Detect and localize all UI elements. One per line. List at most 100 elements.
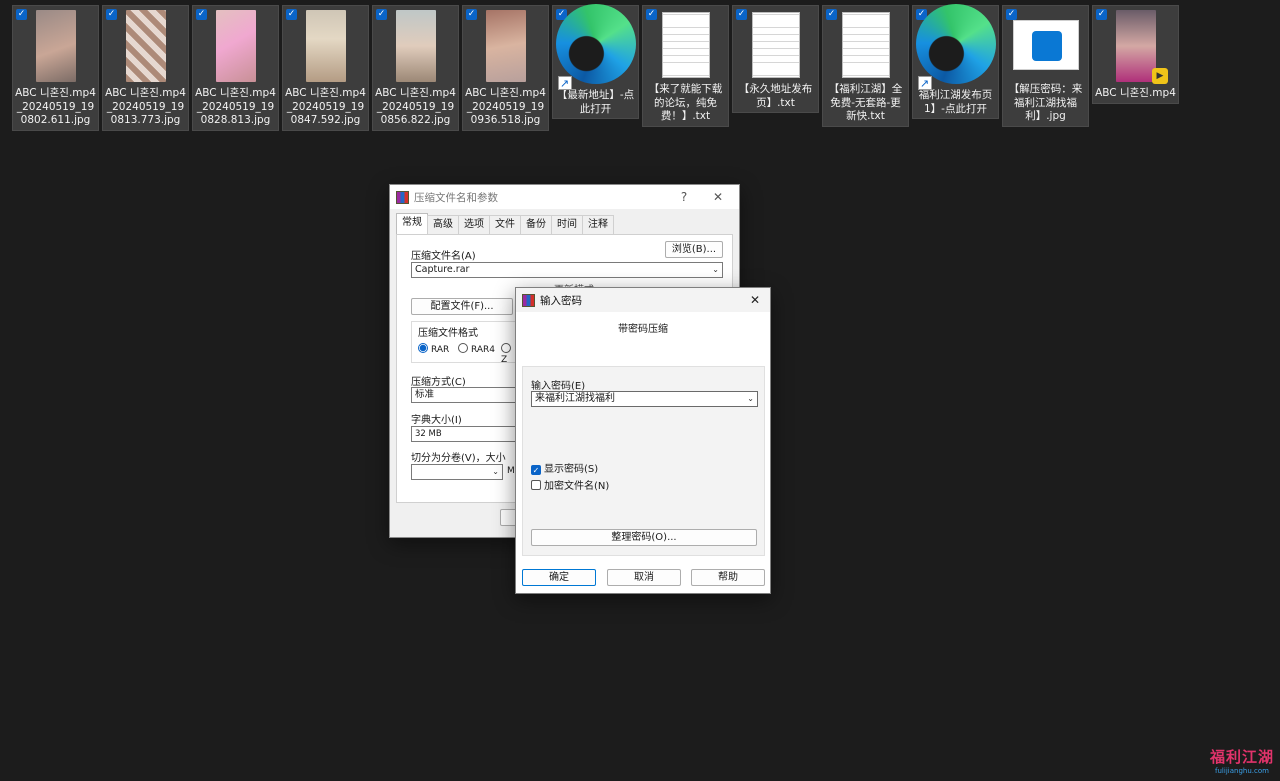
tab-backup[interactable]: 备份 [520, 215, 552, 234]
close-icon[interactable]: ✕ [746, 292, 764, 308]
archive-name-label: 压缩文件名(A) [411, 251, 476, 262]
selection-checkbox[interactable]: ✓ [826, 9, 837, 20]
selection-checkbox[interactable]: ✓ [646, 9, 657, 20]
file-tile[interactable]: ✓ ABC 니혼진.mp4_20240519_190802.611.jpg [12, 5, 99, 131]
file-tile[interactable]: ✓ ↗ 【最新地址】-点此打开 [552, 4, 639, 119]
selection-checkbox[interactable]: ✓ [106, 9, 117, 20]
text-file-icon [661, 12, 710, 78]
file-tile[interactable]: ✓ ▶ ABC 니혼진.mp4 [1092, 5, 1179, 104]
encrypt-file-names-checkbox[interactable]: 加密文件名(N) [531, 477, 609, 492]
file-tile[interactable]: ✓ 【来了就能下载的论坛，纯免费！】.txt [642, 5, 729, 127]
selection-checkbox[interactable]: ✓ [466, 9, 477, 20]
image-thumbnail [305, 10, 346, 82]
profiles-button[interactable]: 配置文件(F)... [411, 298, 513, 315]
password-input[interactable]: 来福利江湖找福利 ⌄ [531, 391, 758, 407]
radio-rar[interactable]: RAR [418, 343, 449, 355]
tab-advanced[interactable]: 高级 [427, 215, 459, 234]
file-name: ABC 니혼진.mp4_20240519_190828.813.jpg [195, 87, 276, 126]
file-name: ABC 니혼진.mp4_20240519_190813.773.jpg [105, 87, 186, 126]
radio-icon [458, 343, 468, 353]
selection-checkbox[interactable]: ✓ [196, 9, 207, 20]
ok-button[interactable]: 确定 [522, 569, 596, 586]
selection-checkbox[interactable]: ✓ [286, 9, 297, 20]
file-tile[interactable]: ✓ 【永久地址发布页】.txt [732, 5, 819, 113]
checkbox-icon [531, 480, 541, 490]
selection-checkbox[interactable]: ✓ [16, 9, 27, 20]
archive-name-combo[interactable]: Capture.rar ⌄ [411, 262, 723, 278]
file-tile[interactable]: ✓ ABC 니혼진.mp4_20240519_190856.822.jpg [372, 5, 459, 131]
organize-passwords-button[interactable]: 整理密码(O)... [531, 529, 757, 546]
file-tile[interactable]: ✓ ABC 니혼진.mp4_20240519_190813.773.jpg [102, 5, 189, 131]
password-value: 来福利江湖找福利 [535, 393, 615, 404]
radio-selected-icon [418, 343, 428, 353]
radio-rar4[interactable]: RAR4 [458, 343, 495, 355]
chevron-down-icon[interactable]: ⌄ [492, 465, 499, 479]
video-player-badge-icon: ▶ [1152, 68, 1168, 84]
file-name: 【解压密码：来福利江湖找福利】.jpg [1008, 83, 1083, 122]
close-icon[interactable]: ✕ [709, 189, 727, 205]
password-group: 输入密码(E) 来福利江湖找福利 ⌄ ✓ 显示密码(S) 加密文件名(N) 整理密… [522, 366, 765, 556]
radio-rar4-label: RAR4 [471, 345, 496, 355]
file-tile[interactable]: ✓ ↗ 福利江湖发布页1】-点此打开 [912, 4, 999, 119]
split-volumes-combo[interactable]: ⌄ [411, 464, 503, 480]
file-tile[interactable]: ✓ ABC 니혼진.mp4_20240519_190936.518.jpg [462, 5, 549, 131]
file-tile[interactable]: ✓ 【福利江湖】全免费-无套路-更新快.txt [822, 5, 909, 127]
radio-zip-label: Z [501, 355, 508, 365]
file-tile[interactable]: ✓ ABC 니혼진.mp4_20240519_190847.592.jpg [282, 5, 369, 131]
archive-format-group: 压缩文件格式 RAR RAR4 Z [411, 321, 521, 365]
dictionary-select[interactable]: 32 MB [411, 426, 519, 442]
file-name: ABC 니혼진.mp4_20240519_190802.611.jpg [15, 87, 96, 126]
radio-rar-label: RAR [431, 345, 450, 355]
edge-shortcut-icon: ↗ [915, 4, 996, 90]
dialog-heading: 带密码压缩 [618, 324, 668, 335]
selection-checkbox[interactable]: ✓ [1096, 9, 1107, 20]
file-tile[interactable]: ✓ 【解压密码：来福利江湖找福利】.jpg [1002, 5, 1089, 127]
checkbox-checked-icon: ✓ [531, 465, 541, 475]
method-label: 压缩方式(C) [411, 377, 466, 388]
tab-general[interactable]: 常规 [396, 213, 428, 234]
shortcut-arrow-icon: ↗ [557, 76, 572, 90]
text-file-icon [751, 12, 800, 78]
tab-bar: 常规 高级 选项 文件 备份 时间 注释 [396, 213, 614, 234]
tab-time[interactable]: 时间 [551, 215, 583, 234]
site-watermark: 福利江湖 fulijianghu.com [1210, 746, 1274, 775]
file-name: ABC 니혼진.mp4_20240519_190936.518.jpg [465, 87, 546, 126]
text-file-icon [841, 12, 890, 78]
dialog-title: 压缩文件名和参数 [414, 191, 498, 204]
tab-comment[interactable]: 注释 [582, 215, 614, 234]
watermark-url: fulijianghu.com [1215, 767, 1269, 775]
chevron-down-icon[interactable]: ⌄ [712, 263, 719, 277]
tab-options[interactable]: 选项 [458, 215, 490, 234]
selection-checkbox[interactable]: ✓ [1006, 9, 1017, 20]
cancel-button[interactable]: 取消 [607, 569, 681, 586]
desktop: ✓ ABC 니혼진.mp4_20240519_190802.611.jpg ✓ … [0, 0, 1280, 781]
dialog-title: 输入密码 [540, 294, 582, 307]
help-icon[interactable]: ? [675, 189, 693, 205]
show-password-label: 显示密码(S) [544, 464, 599, 475]
edge-shortcut-icon: ↗ [555, 4, 636, 90]
help-button[interactable]: 帮助 [691, 569, 765, 586]
video-thumbnail [1115, 10, 1156, 82]
radio-icon [501, 343, 511, 353]
file-name: ABC 니혼진.mp4 [1095, 87, 1176, 99]
archive-format-label: 压缩文件格式 [418, 328, 478, 339]
image-thumbnail [395, 10, 436, 82]
archive-dialog-titlebar[interactable]: 压缩文件名和参数 ? ✕ [390, 185, 739, 209]
watermark-text: 福利江湖 [1209, 748, 1274, 766]
tab-files[interactable]: 文件 [489, 215, 521, 234]
file-tile[interactable]: ✓ ABC 니혼진.mp4_20240519_190828.813.jpg [192, 5, 279, 131]
file-name: ABC 니혼진.mp4_20240519_190847.592.jpg [285, 87, 366, 126]
selection-checkbox[interactable]: ✓ [736, 9, 747, 20]
dictionary-label: 字典大小(I) [411, 415, 462, 426]
show-password-checkbox[interactable]: ✓ 显示密码(S) [531, 460, 598, 475]
selection-checkbox[interactable]: ✓ [376, 9, 387, 20]
file-name: 【来了就能下载的论坛，纯免费！】.txt [648, 83, 723, 122]
archive-name-value: Capture.rar [415, 264, 470, 275]
chevron-down-icon[interactable]: ⌄ [747, 392, 754, 406]
image-thumbnail [215, 10, 256, 82]
method-select[interactable]: 标准 [411, 387, 519, 403]
file-name: 【福利江湖】全免费-无套路-更新快.txt [828, 83, 903, 122]
password-dialog-titlebar[interactable]: 输入密码 ✕ [516, 288, 770, 312]
browse-button[interactable]: 浏览(B)... [665, 241, 723, 258]
shortcut-arrow-icon: ↗ [917, 76, 932, 90]
